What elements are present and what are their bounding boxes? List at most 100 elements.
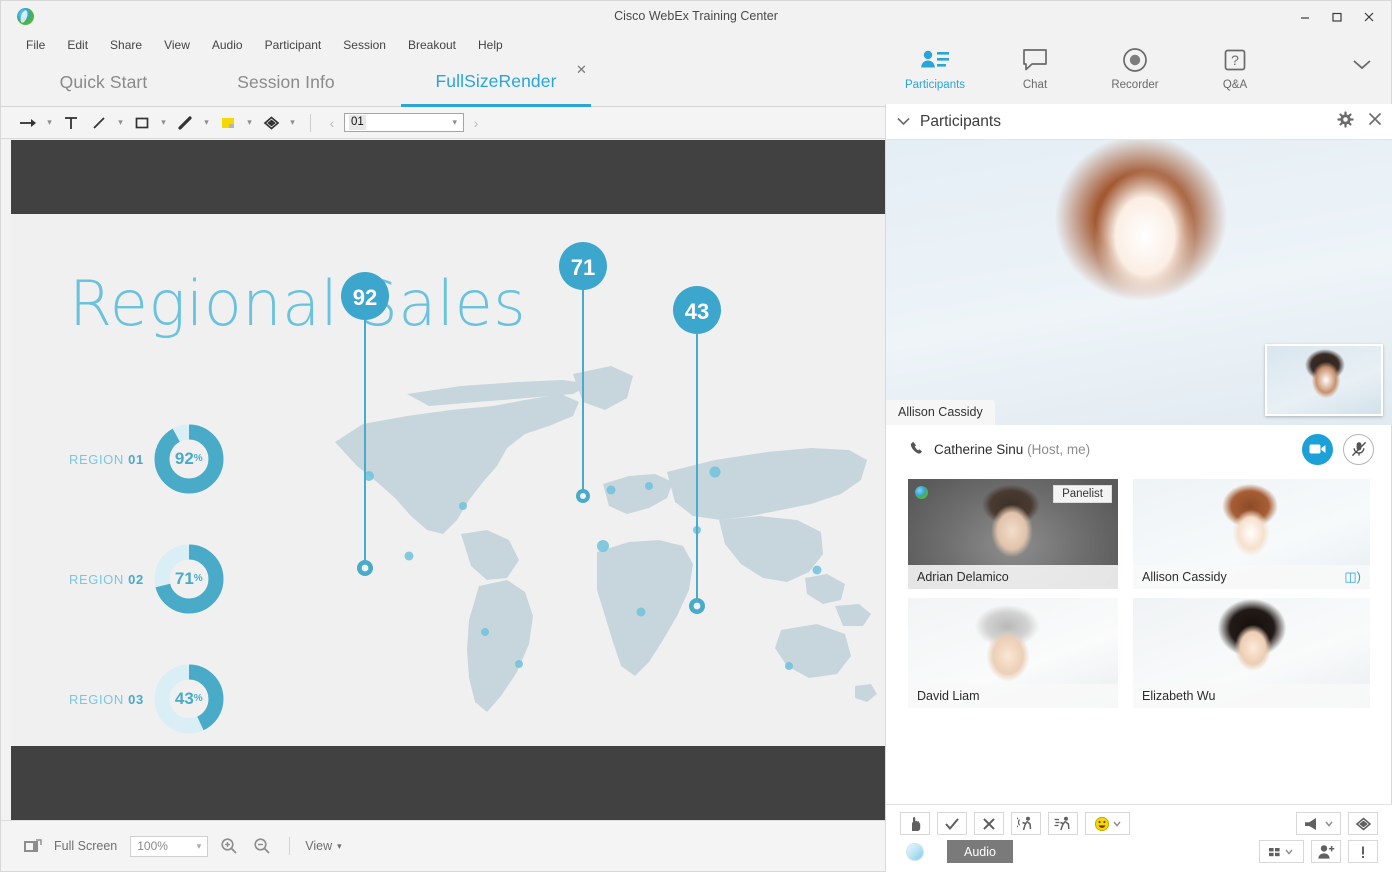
line-caret-icon[interactable]: ▾ [114,111,127,135]
slide-top-band [11,140,885,214]
zoom-out-icon[interactable] [250,837,274,855]
svg-text:92: 92 [353,285,377,310]
pencil-tool-icon[interactable] [172,111,198,135]
chat-bubble-icon [1021,46,1049,74]
shared-slide-stage[interactable]: Regional Sales REGION 01 92% REGION 02 7… [11,140,885,820]
panel-right-actions-row2 [1259,840,1378,863]
video-camera-icon[interactable] [1302,433,1333,465]
tool-chat-label: Chat [1022,79,1048,91]
tab-quick-start[interactable]: Quick Start [31,58,176,107]
check-yes-icon[interactable] [937,812,967,835]
participant-tile-allison[interactable]: Allison Cassidy ◫) [1133,479,1370,589]
minimize-icon[interactable] [1289,3,1321,31]
highlighter-caret-icon[interactable]: ▾ [243,111,256,135]
feedback-button-row [900,812,1130,835]
go-slower-icon[interactable] [1011,812,1041,835]
menu-audio[interactable]: Audio [201,35,254,55]
eraser-caret-icon[interactable]: ▾ [286,111,299,135]
status-divider [289,837,291,855]
raise-hand-icon[interactable] [900,812,930,835]
rectangle-caret-icon[interactable]: ▾ [157,111,170,135]
region-gauge-3-label: REGION 03 [69,691,144,707]
self-view-pip[interactable] [1265,344,1383,416]
chevron-left-icon[interactable]: ‹ [322,112,342,134]
tool-participants[interactable]: Participants [885,46,985,91]
menu-session[interactable]: Session [332,35,397,55]
webex-ball-icon[interactable] [900,840,930,863]
close-icon[interactable] [1368,112,1382,131]
close-icon[interactable] [1353,3,1385,31]
cross-no-icon[interactable] [974,812,1004,835]
toolbar-divider [310,113,311,132]
menu-file[interactable]: File [15,35,56,55]
add-person-icon[interactable] [1311,840,1341,863]
maximize-icon[interactable] [1321,3,1353,31]
tab-fullsizerender[interactable]: FullSizeRender [401,58,591,107]
title-bar: Cisco WebEx Training Center [1,1,1391,32]
world-map-chart: 92 71 43 [311,234,881,734]
alert-exclamation-icon[interactable] [1348,840,1378,863]
host-row: Catherine Sinu (Host, me) [886,424,1392,474]
emoji-icon[interactable] [1085,812,1130,835]
view-menu[interactable]: View ▾ [305,839,341,853]
pointer-arrow-icon[interactable] [15,111,41,135]
text-tool-icon[interactable] [58,111,84,135]
participant-name: Adrian Delamico [917,570,1009,584]
zoom-level-value: 100% [137,839,168,853]
participant-caption: Allison Cassidy ◫) [1133,565,1370,589]
chevron-down-icon[interactable] [886,113,920,131]
chevron-down-icon: ▾ [452,117,457,127]
region-gauge-3: REGION 03 43% [69,664,224,734]
page-number-value: 01 [349,115,366,130]
highlighter-tool-icon[interactable] [215,111,241,135]
zoom-in-icon[interactable] [217,837,241,855]
menu-breakout[interactable]: Breakout [397,35,467,55]
active-speaker-video[interactable]: Allison Cassidy [886,140,1392,425]
question-box-icon: ? [1223,46,1247,74]
menu-share[interactable]: Share [99,35,153,55]
participant-tile-elizabeth[interactable]: Elizabeth Wu [1133,598,1370,708]
pencil-caret-icon[interactable]: ▾ [200,111,213,135]
tab-session-info[interactable]: Session Info [206,58,366,107]
zoom-level-combo[interactable]: 100% ▾ [130,835,209,857]
donut-chart-2: 71% [154,544,224,614]
tool-chat[interactable]: Chat [985,46,1085,91]
view-menu-label: View [305,839,333,853]
menu-help[interactable]: Help [467,35,514,55]
page-number-combo[interactable]: 01 ▾ [344,113,464,132]
panel-tool-icon-bar: Participants Chat Recorder ? Q&A [885,33,1391,104]
pointer-caret-icon[interactable]: ▾ [43,111,56,135]
tool-qa-label: Q&A [1222,79,1248,91]
megaphone-icon[interactable] [1296,812,1341,835]
chevron-right-icon[interactable]: › [466,112,486,134]
tab-close-icon[interactable]: ✕ [576,63,587,76]
menu-participant[interactable]: Participant [254,35,333,55]
menu-view[interactable]: View [153,35,201,55]
participant-tile-adrian[interactable]: Panelist Adrian Delamico [908,479,1118,589]
host-controls [1302,433,1374,465]
donut-chart-3: 43% [154,664,224,734]
line-tool-icon[interactable] [86,111,112,135]
participant-caption: Adrian Delamico [908,565,1118,589]
fullscreen-label: Full Screen [54,839,118,853]
tool-qa[interactable]: ? Q&A [1185,46,1285,91]
audio-button[interactable]: Audio [947,840,1013,863]
menu-edit[interactable]: Edit [56,35,99,55]
go-faster-icon[interactable] [1048,812,1078,835]
tool-recorder[interactable]: Recorder [1085,46,1185,91]
chevron-down-icon[interactable] [1351,57,1373,76]
rectangle-tool-icon[interactable] [129,111,155,135]
region-gauge-1: REGION 01 92% [69,424,224,494]
participant-tile-david[interactable]: David Liam [908,598,1118,708]
eraser-tool-icon[interactable] [258,111,284,135]
fullscreen-icon[interactable] [21,838,45,855]
audio-row: Audio [900,840,1013,863]
mic-muted-icon[interactable] [1343,433,1374,465]
grid-view-icon[interactable] [1259,840,1304,863]
donut-chart-2-value: 71% [174,569,203,588]
window-controls [1289,1,1385,32]
eraser-icon[interactable] [1348,812,1378,835]
panelist-badge: Panelist [1053,485,1112,503]
slide-bottom-band [11,746,885,820]
gear-icon[interactable] [1337,110,1354,133]
